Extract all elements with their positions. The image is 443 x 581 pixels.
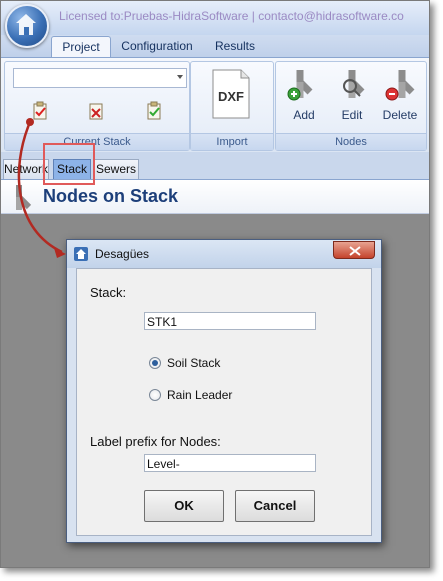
app-window: Licensed to:Pruebas-HidraSoftware | cont… xyxy=(0,0,430,568)
delete-node-label: Delete xyxy=(382,108,418,122)
stack-name-field[interactable]: STK1 xyxy=(144,312,316,330)
dialog-body: Stack: STK1 Soil Stack Rain Leader Label… xyxy=(76,268,372,536)
window-title: Licensed to:Pruebas-HidraSoftware | cont… xyxy=(59,9,404,23)
current-stack-group-label: Current Stack xyxy=(5,133,189,150)
radio-selected-dot xyxy=(152,360,158,366)
rain-leader-label[interactable]: Rain Leader xyxy=(167,388,232,402)
label-prefix-field[interactable]: Level- xyxy=(144,454,316,472)
tab-project[interactable]: Project xyxy=(51,36,111,57)
import-group-label: Import xyxy=(191,133,273,150)
add-node-button[interactable]: Add xyxy=(282,66,326,126)
current-stack-group: Current Stack xyxy=(4,61,190,151)
cancel-button[interactable]: Cancel xyxy=(235,490,315,522)
close-icon xyxy=(349,246,361,256)
stack-edit-button[interactable] xyxy=(143,100,167,122)
pipe-add-icon xyxy=(287,70,313,101)
pipe-stack-icon xyxy=(16,185,32,210)
dialog-title: Desagües xyxy=(95,247,150,261)
stack-combobox[interactable] xyxy=(13,68,187,88)
stack-label: Stack: xyxy=(90,285,127,300)
application-menu-button[interactable] xyxy=(5,4,49,48)
stack-tab-highlight xyxy=(43,143,95,185)
tab-results[interactable]: Results xyxy=(207,36,263,56)
dxf-file-icon: DXF xyxy=(212,69,250,119)
title-bar: Licensed to:Pruebas-HidraSoftware | cont… xyxy=(1,1,429,36)
import-group: DXF Import xyxy=(190,61,274,151)
dialog-close-button[interactable] xyxy=(333,241,375,259)
rain-leader-radio[interactable] xyxy=(149,389,161,401)
label-prefix-label: Label prefix for Nodes: xyxy=(90,434,221,449)
page-title: Nodes on Stack xyxy=(43,186,179,206)
import-dxf-button[interactable]: DXF xyxy=(209,68,253,128)
tab-sewers[interactable]: Sewers xyxy=(93,159,139,179)
ribbon: Current Stack DXF Import Add Edit Delete… xyxy=(1,57,429,153)
dialog-title-bar: Desagües xyxy=(67,240,381,268)
clipboard-delete-icon xyxy=(89,103,103,120)
pipe-delete-icon xyxy=(385,70,415,101)
delete-node-button[interactable]: Delete xyxy=(378,66,422,126)
pipe-edit-icon xyxy=(343,70,365,98)
stack-dialog: Desagües Stack: STK1 Soil Stack Rain Lea… xyxy=(66,239,382,543)
stack-new-button[interactable] xyxy=(29,100,53,122)
edit-node-button[interactable]: Edit xyxy=(330,66,374,126)
page-header: Nodes on Stack xyxy=(1,180,429,214)
tab-configuration[interactable]: Configuration xyxy=(117,36,197,56)
add-node-label: Add xyxy=(293,108,315,122)
stack-delete-button[interactable] xyxy=(85,100,109,122)
soil-stack-label[interactable]: Soil Stack xyxy=(167,356,220,370)
edit-node-label: Edit xyxy=(341,108,363,122)
clipboard-edit-icon xyxy=(147,101,161,120)
house-icon xyxy=(16,14,36,35)
clipboard-check-icon xyxy=(33,101,47,120)
nodes-group: Add Edit Delete Nodes xyxy=(275,61,427,151)
dxf-icon-label: DXF xyxy=(218,89,244,104)
ok-button[interactable]: OK xyxy=(144,490,224,522)
nodes-group-label: Nodes xyxy=(276,133,426,150)
chevron-down-icon xyxy=(177,75,183,79)
ribbon-tab-strip: Project Configuration Results xyxy=(1,35,429,57)
app-icon xyxy=(74,247,88,261)
soil-stack-radio[interactable] xyxy=(149,357,161,369)
